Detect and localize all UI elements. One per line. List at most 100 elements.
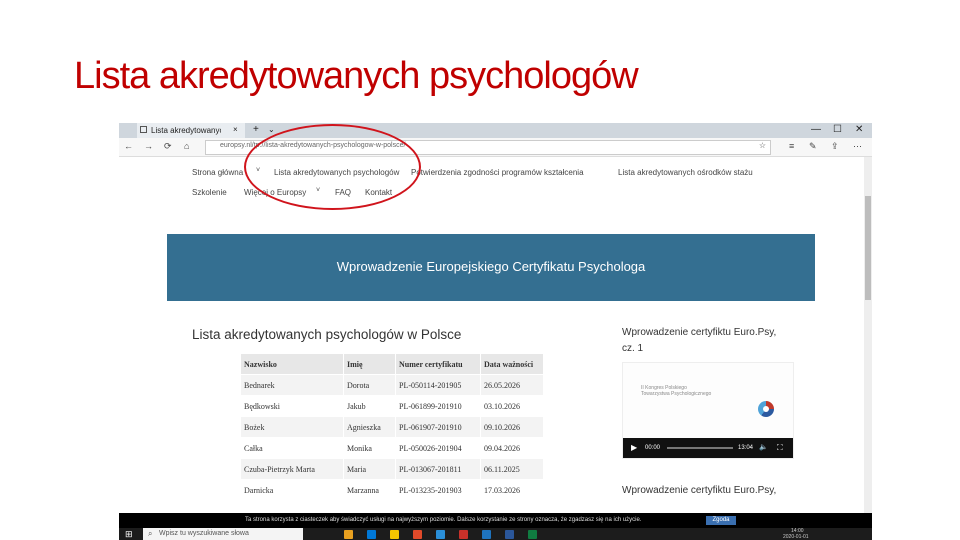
table-row: Czuba-Pietrzyk Marta Maria PL-013067-201… [240,458,544,480]
cookie-banner: Ta strona korzysta z ciasteczek aby świa… [119,513,872,528]
taskbar-app-icon[interactable] [390,530,399,539]
table-cell: Monika [343,437,396,459]
table-cell: Agnieszka [343,416,396,438]
taskbar-date: 2020-01-01 [783,534,809,540]
column-header: Data ważności [480,353,544,375]
home-icon[interactable]: ⌂ [184,141,189,151]
search-icon: ⌕ [148,529,153,538]
table-cell: Jakub [343,395,396,417]
windows-start-icon[interactable]: ⊞ [125,529,133,540]
maximize-icon[interactable]: ☐ [833,124,842,135]
video-player[interactable]: II Kongres Polskiego Towarzystwa Psychol… [622,362,794,459]
hero-banner: Wprowadzenie Europejskiego Certyfikatu P… [167,234,815,301]
table-cell: Maria [343,458,396,480]
video-title[interactable]: Wprowadzenie certyfiktu Euro.Psy, [622,327,776,338]
volume-icon[interactable]: 🔈 [759,443,768,451]
video-logo-text: II Kongres Polskiego Towarzystwa Psychol… [641,385,712,397]
table-cell: Będkowski [240,395,344,417]
video-current-time: 00:00 [645,445,661,451]
tab-bar: Lista akredytowanych ps × + ⌄ — ☐ ✕ [119,123,872,138]
back-icon[interactable]: ← [124,141,133,151]
table-row: Darnicka Marzanna PL-013235-201903 17.03… [240,479,544,501]
video-title[interactable]: Wprowadzenie certyfiktu Euro.Psy, [622,485,776,496]
table-cell: 09.04.2026 [480,437,544,459]
nav-item-internship-centers[interactable]: Lista akredytowanych ośrodków stażu [618,168,753,177]
table-cell: Całka [240,437,344,459]
table-row: Bożek Agnieszka PL-061907-201910 09.10.2… [240,416,544,438]
notes-icon[interactable]: ✎ [809,141,817,152]
banner-title: Wprowadzenie Europejskiego Certyfikatu P… [336,259,646,274]
taskbar-app-icon[interactable] [413,530,422,539]
table-cell: 06.11.2025 [480,458,544,480]
browser-tab[interactable]: Lista akredytowanych ps × [137,123,245,138]
fullscreen-icon[interactable]: ⛶ [777,443,783,453]
column-header: Nazwisko [240,353,344,375]
table-row: Będkowski Jakub PL-061899-201910 03.10.2… [240,395,544,417]
search-placeholder: Wpisz tu wyszukiwane słowa [159,530,249,537]
list-heading: Lista akredytowanych psychologów w Polsc… [192,327,462,342]
table-cell: PL-061907-201910 [395,416,481,438]
nav-item-training[interactable]: Szkolenie [192,188,227,197]
table-row: Bednarek Dorota PL-050114-201905 26.05.2… [240,374,544,396]
slide-title: Lista akredytowanych psychologów [74,55,639,97]
table-cell: PL-050114-201905 [395,374,481,396]
taskbar-search-input[interactable]: Wpisz tu wyszukiwane słowa ⌕ [143,528,303,540]
taskbar-app-icon[interactable] [505,530,514,539]
new-tab-button[interactable]: + [253,124,259,135]
table-cell: Czuba-Pietrzyk Marta [240,458,344,480]
logo-emblem-icon [758,401,774,417]
page-icon [140,126,147,133]
forward-icon[interactable]: → [144,141,153,151]
table-cell: 03.10.2026 [480,395,544,417]
hub-icon[interactable]: ≡ [789,141,794,151]
browser-screenshot: Lista akredytowanych ps × + ⌄ — ☐ ✕ ← → … [119,123,872,540]
video-title-part[interactable]: cz. 1 [622,343,643,354]
more-icon[interactable]: ⋯ [853,141,862,152]
scrollbar[interactable] [864,157,872,513]
table-cell: PL-050026-201904 [395,437,481,459]
scrollbar-thumb[interactable] [865,196,871,300]
nav-item-home[interactable]: Strona główna [192,168,243,177]
table-cell: Dorota [343,374,396,396]
taskbar-app-icon[interactable] [436,530,445,539]
table-cell: Bednarek [240,374,344,396]
highlight-circle [244,124,421,210]
refresh-icon[interactable]: ⟳ [164,141,172,152]
table-cell: PL-061899-201910 [395,395,481,417]
share-icon[interactable]: ⇪ [831,141,839,152]
table-cell: Bożek [240,416,344,438]
close-window-icon[interactable]: ✕ [855,124,863,135]
address-bar-row: ← → ⟳ ⌂ europsy.nl/tp://lista-akredytowa… [119,138,872,157]
table-cell: Darnicka [240,479,344,501]
cookie-accept-button[interactable]: Zgoda [706,516,736,525]
table-cell: Marzanna [343,479,396,501]
tab-menu-icon[interactable]: ⌄ [268,125,275,134]
table-cell: 26.05.2026 [480,374,544,396]
table-row: Całka Monika PL-050026-201904 09.04.2026 [240,437,544,459]
taskbar-app-icon[interactable] [367,530,376,539]
table-header-row: Nazwisko Imię Numer certyfikatu Data waż… [240,353,544,375]
taskbar-app-icon[interactable] [528,530,537,539]
play-icon[interactable]: ▶ [631,443,637,452]
psychologists-table: Nazwisko Imię Numer certyfikatu Data waż… [240,353,544,501]
web-page: Strona główna ˅ Lista akredytowanych psy… [119,157,864,513]
table-cell: PL-013235-201903 [395,479,481,501]
nav-item-programs[interactable]: Potwierdzenia zgodności programów kształ… [411,168,584,177]
tab-close-icon[interactable]: × [233,125,238,134]
taskbar-app-icon[interactable] [482,530,491,539]
column-header: Imię [343,353,396,375]
video-duration: 13:04 [738,445,754,451]
video-progress-bar[interactable] [667,447,733,449]
table-cell: 09.10.2026 [480,416,544,438]
video-controls: ▶ 00:00 13:04 🔈 ⛶ [623,438,793,458]
taskbar-app-icon[interactable] [344,530,353,539]
minimize-icon[interactable]: — [811,124,821,135]
taskbar-app-icon[interactable] [459,530,468,539]
cookie-text: Ta strona korzysta z ciasteczek aby świa… [245,517,642,523]
favorite-icon[interactable]: ☆ [759,141,766,150]
table-cell: 17.03.2026 [480,479,544,501]
column-header: Numer certyfikatu [395,353,481,375]
tab-title: Lista akredytowanych ps [151,126,221,135]
taskbar: ⊞ Wpisz tu wyszukiwane słowa ⌕ 14:00 202… [119,528,872,540]
table-cell: PL-013067-201811 [395,458,481,480]
